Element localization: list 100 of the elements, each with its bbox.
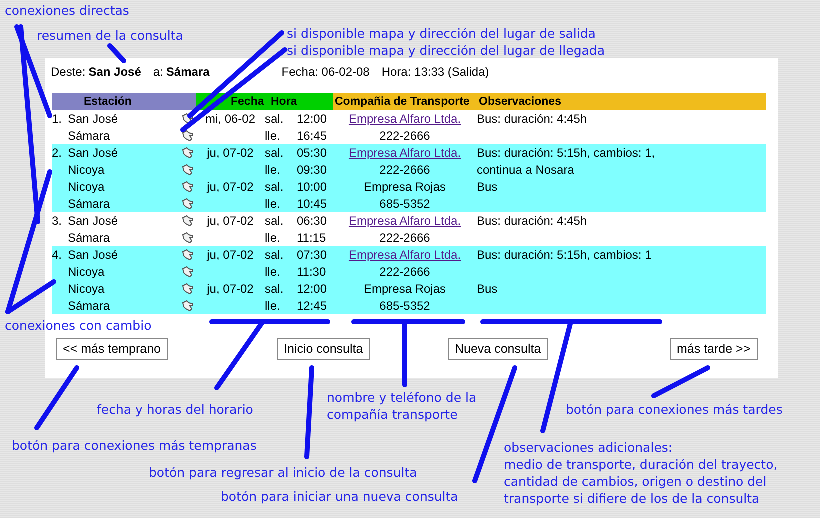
pointing-hand-icon[interactable] — [182, 266, 194, 278]
time-cell: 11:15 — [297, 230, 326, 244]
pointing-hand-icon[interactable] — [182, 180, 194, 192]
annotation-text: si disponible mapa y dirección del lugar de llegada — [287, 42, 606, 59]
direction-cell: sal. — [265, 180, 284, 194]
observation-cell: Bus — [477, 180, 498, 194]
station-name: Nicoya — [68, 162, 105, 176]
leader-line — [34, 366, 80, 430]
direction-cell: sal. — [265, 214, 284, 228]
observation-cell: Bus — [477, 282, 498, 296]
observation-cell: continua a Nosara — [477, 162, 574, 176]
time-cell: 07:30 — [297, 248, 328, 262]
destination-text: Sámara — [166, 65, 210, 79]
time-cell: 16:45 — [297, 128, 328, 142]
direction-cell: lle. — [265, 128, 280, 142]
observation-cell: Bus: duración: 4:45h — [477, 214, 588, 228]
date-cell: ju, 07-02 — [207, 282, 254, 296]
date-cell: ju, 07-02 — [207, 214, 254, 228]
pointing-hand-icon[interactable] — [182, 232, 194, 244]
connection-number: 3. — [52, 214, 62, 228]
direction-cell: sal. — [265, 112, 284, 126]
leader-line — [652, 366, 710, 398]
direction-cell: lle. — [265, 264, 280, 278]
annotation-text: fecha y horas del horario — [97, 401, 254, 418]
connection-number: 2. — [52, 146, 62, 160]
time-text: Hora: 13:33 (Salida) — [382, 65, 490, 79]
station-name: San José — [68, 214, 118, 228]
station-name: Sámara — [68, 128, 110, 142]
annotation-text: botón para conexiones más tempranas — [12, 437, 257, 454]
origin-text: San José — [88, 65, 142, 79]
station-name: Nicoya — [68, 264, 105, 278]
direction-cell: lle. — [265, 196, 280, 210]
nav-button[interactable]: Inicio consulta — [277, 338, 370, 360]
pointing-hand-icon[interactable] — [182, 198, 194, 210]
observation-cell: Bus: duración: 5:15h, cambios: 1, — [477, 146, 656, 160]
nav-button[interactable]: más tarde >> — [670, 338, 758, 360]
company-link[interactable]: Empresa Alfaro Ltda. — [348, 214, 462, 228]
direction-cell: lle. — [265, 230, 280, 244]
annotation-text: botón para regresar al inicio de la consulta — [149, 464, 418, 481]
station-name: San José — [68, 248, 118, 262]
connection-number: 1. — [52, 112, 62, 126]
observation-cell: Bus: duración: 4:45h — [477, 112, 588, 126]
date-cell: mi, 06-02 — [205, 112, 256, 126]
company-cell: 222-2666 — [380, 162, 430, 176]
company-cell: Empresa Rojas — [364, 180, 446, 194]
company-cell: 222-2666 — [380, 230, 430, 244]
company-link[interactable]: Empresa Alfaro Ltda. — [348, 146, 462, 160]
company-link[interactable]: Empresa Alfaro Ltda. — [348, 248, 462, 262]
direction-cell: sal. — [265, 146, 284, 160]
time-cell: 09:30 — [297, 162, 328, 176]
time-cell: 11:30 — [297, 264, 326, 278]
annotation-text: observaciones adicionales: medio de transporte, duración del trayecto, cantidad de cambios, origen o destino del transporte si difiere de los de la consulta — [504, 439, 778, 507]
summary-label: Deste: — [51, 65, 86, 79]
pointing-hand-icon[interactable] — [182, 146, 194, 158]
annotation-text: botón para conexiones más tardes — [566, 401, 783, 418]
date-text: Fecha: 06-02-08 — [282, 65, 370, 79]
column-header: Compañia de Transporte — [333, 93, 477, 110]
annotation-text: si disponible mapa y dirección del lugar de salida — [287, 25, 596, 42]
pointing-hand-icon[interactable] — [182, 112, 194, 124]
pointing-hand-icon[interactable] — [182, 164, 194, 176]
company-cell: 685-5352 — [380, 196, 430, 210]
pointing-hand-icon[interactable] — [182, 248, 194, 260]
summary-label: a: — [153, 65, 164, 79]
time-cell: 06:30 — [297, 214, 328, 228]
time-cell: 12:45 — [297, 298, 328, 312]
column-header: Observaciones — [477, 93, 766, 110]
station-name: Nicoya — [68, 282, 105, 296]
direction-cell: lle. — [265, 298, 280, 312]
time-cell: 12:00 — [297, 112, 328, 126]
nav-button[interactable]: Nueva consulta — [448, 338, 548, 360]
direction-cell: sal. — [265, 248, 284, 262]
pointing-hand-icon[interactable] — [182, 130, 194, 142]
station-name: Nicoya — [68, 180, 105, 194]
station-name: San José — [68, 146, 118, 160]
company-cell: 222-2666 — [380, 128, 430, 142]
date-cell: ju, 07-02 — [207, 248, 254, 262]
time-cell: 10:45 — [297, 196, 328, 210]
station-name: San José — [68, 112, 118, 126]
annotation-text: nombre y teléfono de la compañía transporte — [327, 389, 477, 423]
pointing-hand-icon[interactable] — [182, 282, 194, 294]
time-cell: 10:00 — [297, 180, 328, 194]
time-cell: 12:00 — [297, 282, 328, 296]
annotation-text: conexiones con cambio — [5, 317, 152, 334]
date-cell: ju, 07-02 — [207, 180, 254, 194]
column-header: Estación — [52, 93, 196, 110]
station-name: Sámara — [68, 196, 110, 210]
connection-number: 4. — [52, 248, 62, 262]
station-name: Sámara — [68, 230, 110, 244]
date-cell: ju, 07-02 — [207, 146, 254, 160]
nav-button[interactable]: << más temprano — [56, 338, 168, 360]
observation-cell: Bus: duración: 5:15h, cambios: 1 — [477, 248, 652, 262]
pointing-hand-icon[interactable] — [182, 214, 194, 226]
annotation-text: conexiones directas — [5, 2, 130, 19]
company-cell: Empresa Rojas — [364, 282, 446, 296]
station-name: Sámara — [68, 298, 110, 312]
company-link[interactable]: Empresa Alfaro Ltda. — [348, 112, 462, 126]
annotation-text: botón para iniciar una nueva consulta — [221, 488, 458, 505]
pointing-hand-icon[interactable] — [182, 300, 194, 312]
direction-cell: sal. — [265, 282, 284, 296]
direction-cell: lle. — [265, 162, 280, 176]
